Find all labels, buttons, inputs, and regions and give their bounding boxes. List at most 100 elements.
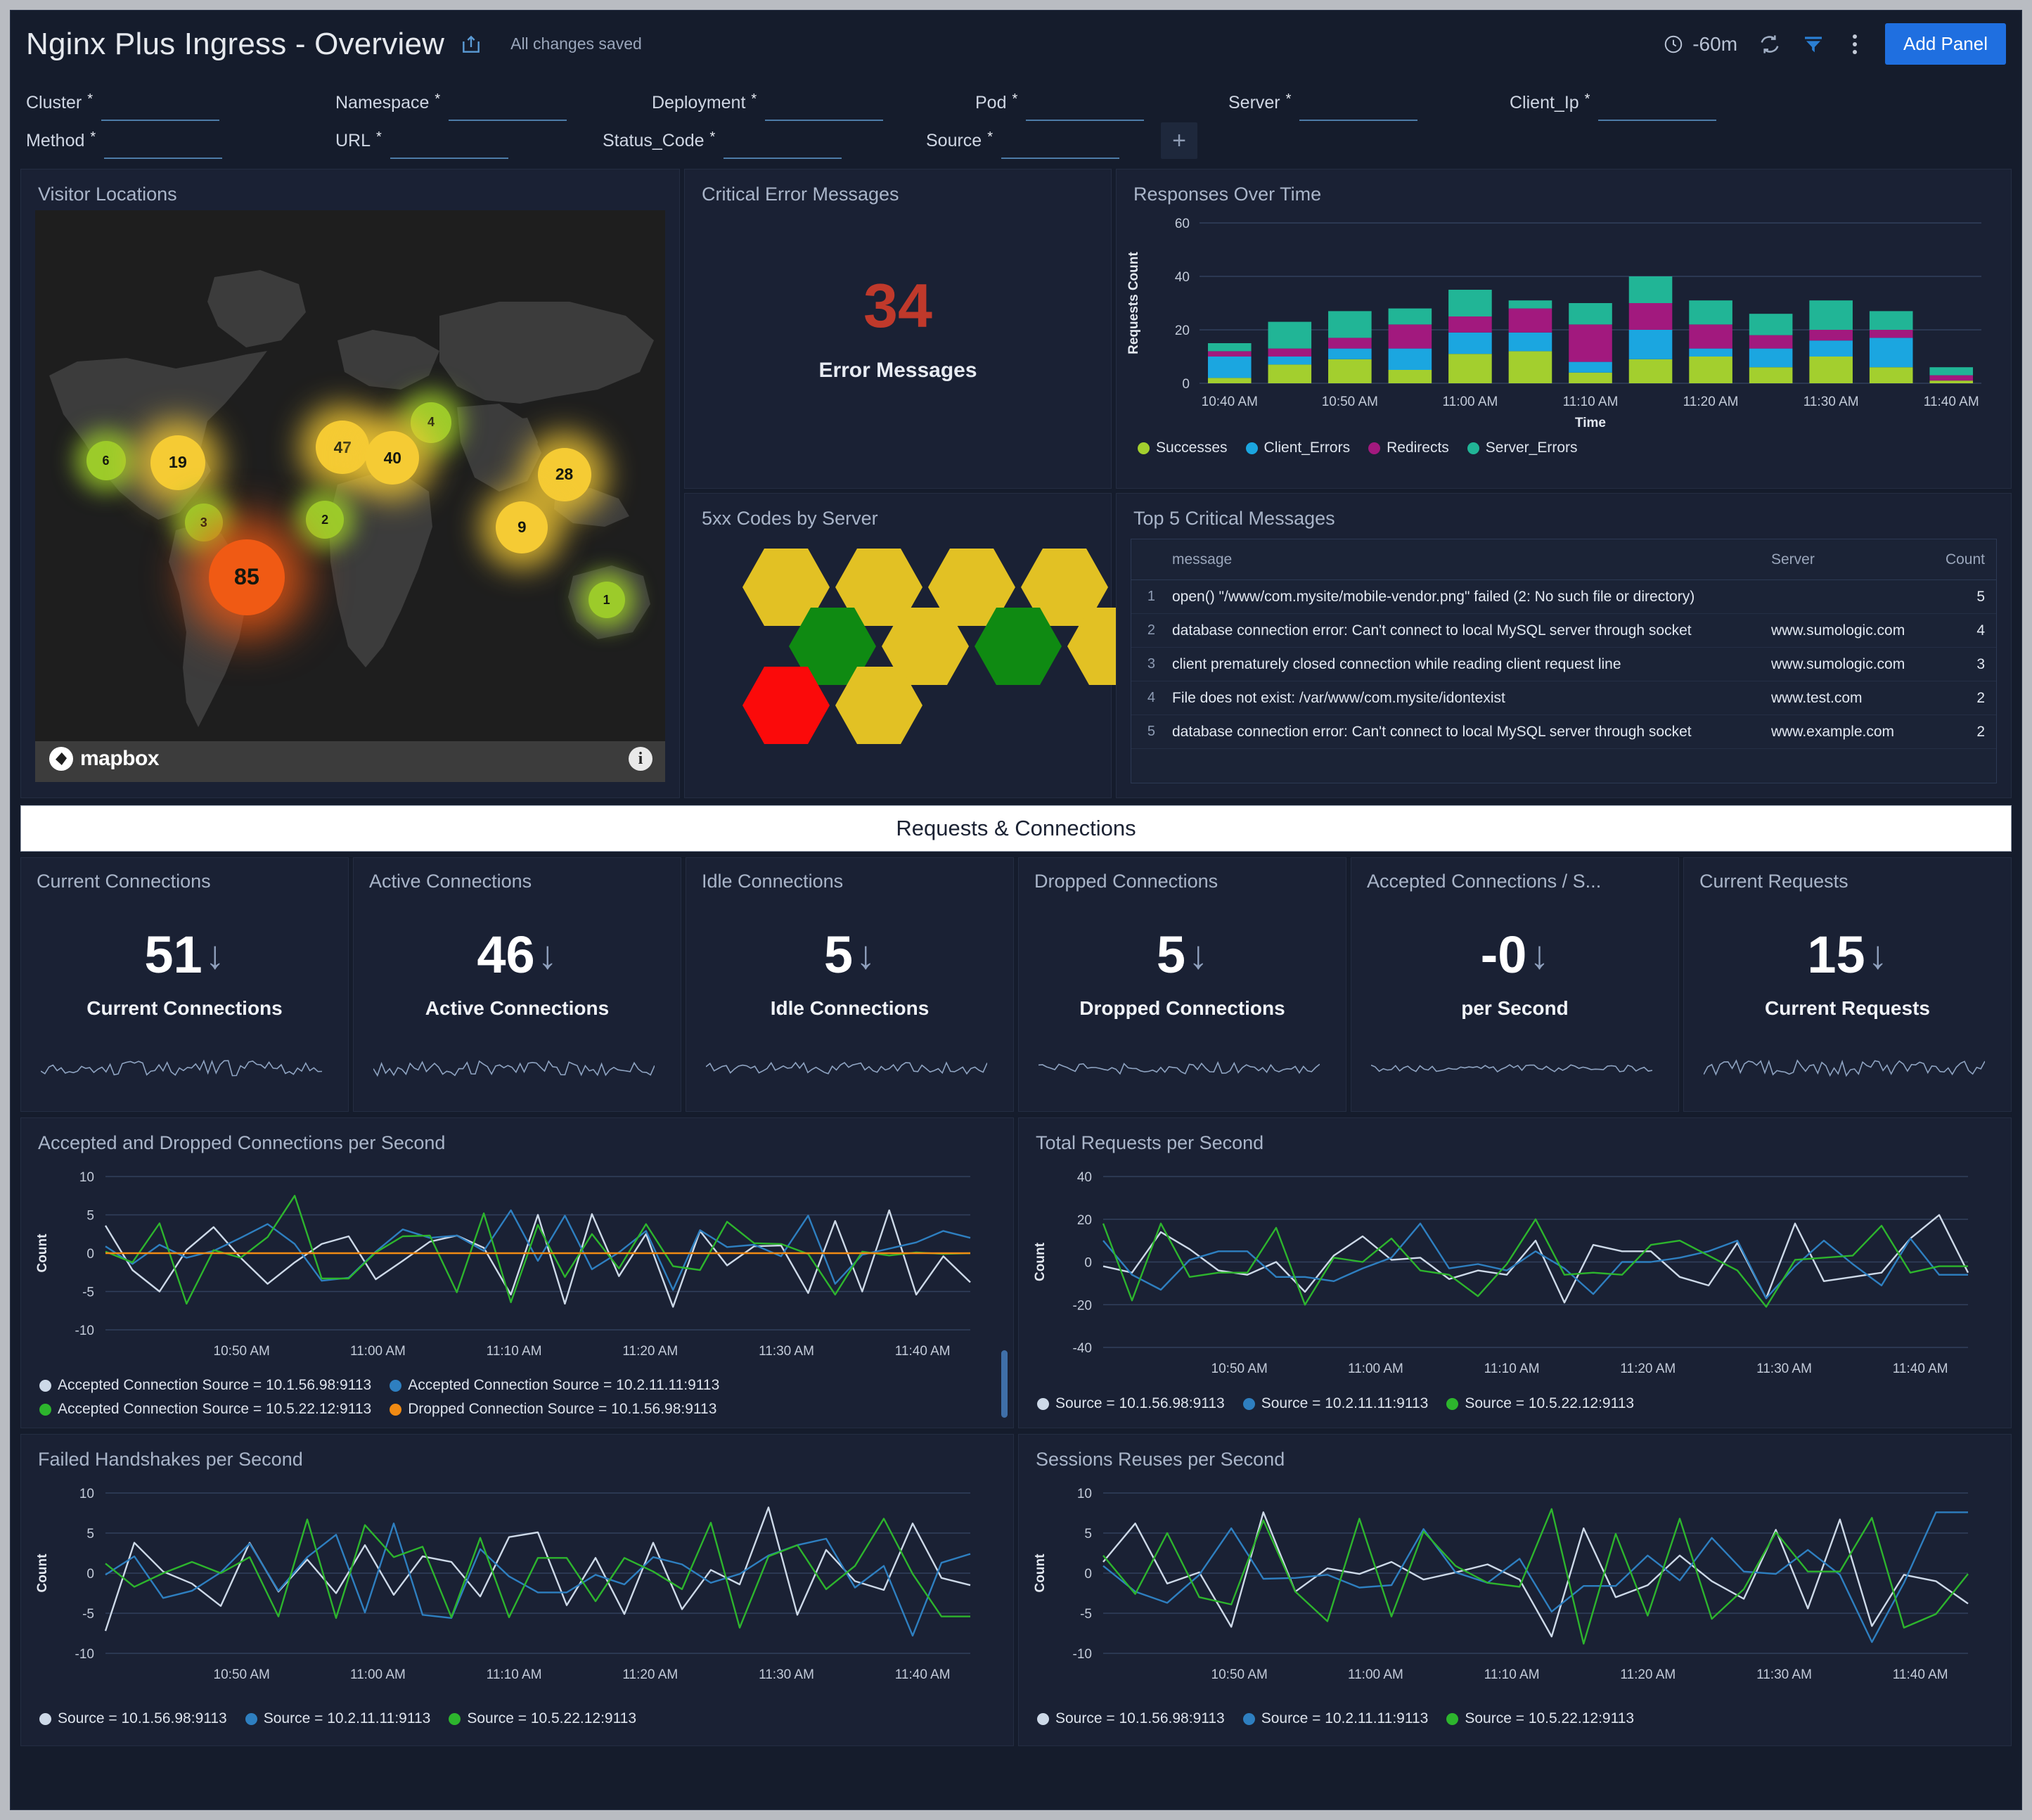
legend-item[interactable]: Source = 10.5.22.12:9113 (1446, 1395, 1634, 1412)
table-row[interactable]: 4File does not exist: /var/www/com.mysit… (1131, 681, 1996, 715)
variable-namespace[interactable]: Namespace * (335, 90, 652, 121)
variable-input[interactable] (1001, 128, 1119, 159)
responses-chart-area[interactable]: 020406010:40 AM10:50 AM11:00 AM11:10 AM1… (1117, 210, 2011, 488)
legend-item[interactable]: Dropped Connection Source = 10.1.56.98:9… (390, 1401, 716, 1418)
map-marker[interactable]: 1 (589, 582, 625, 618)
legend-item[interactable]: Source = 10.2.11.11:9113 (245, 1710, 431, 1727)
col-header-count[interactable]: Count (1933, 551, 1996, 568)
variable-input[interactable] (1299, 90, 1417, 121)
sparkline (373, 1049, 655, 1087)
map-marker[interactable]: 19 (150, 435, 205, 490)
map-marker[interactable]: 40 (366, 431, 419, 485)
svg-text:11:10 AM: 11:10 AM (1484, 1667, 1540, 1682)
variable-server[interactable]: Server * (1228, 90, 1510, 121)
map-marker[interactable]: 4 (411, 402, 451, 443)
map-marker[interactable]: 28 (538, 448, 591, 501)
variable-url[interactable]: URL * (335, 128, 603, 159)
map-canvas[interactable]: 6 19 4 47 40 28 3 2 9 85 1 mapbox i (35, 210, 665, 782)
col-header-message[interactable]: message (1165, 551, 1771, 568)
variable-input[interactable] (1026, 90, 1144, 121)
variable-input[interactable] (1598, 90, 1716, 121)
dashboard-root: Nginx Plus Ingress - Overview All change… (10, 10, 2022, 1810)
kpi-title: Active Connections (354, 858, 681, 892)
sparkline (41, 1049, 322, 1087)
map-marker[interactable]: 85 (209, 539, 285, 615)
map-marker[interactable]: 3 (185, 504, 223, 541)
variable-status-code[interactable]: Status_Code * (603, 128, 926, 159)
time-range-picker[interactable]: -60m (1663, 33, 1737, 56)
legend-item[interactable]: Server_Errors (1467, 440, 1578, 456)
variable-row-2: Method * URL * Status_Code * Source * + (26, 121, 2006, 159)
map-marker-value: 47 (334, 438, 352, 457)
variable-client-ip[interactable]: Client_Ip * (1510, 90, 1791, 121)
map-marker[interactable]: 6 (86, 441, 126, 480)
sessions-reuses-line-chart[interactable]: -10-5051010:50 AM11:00 AM11:10 AM11:20 A… (1019, 1476, 2003, 1694)
variable-input[interactable] (449, 90, 567, 121)
legend-scrollbar[interactable] (1001, 1350, 1008, 1418)
svg-text:5: 5 (86, 1209, 94, 1224)
sparkline (1704, 1049, 1985, 1087)
legend-label: Dropped Connection Source = 10.1.56.98:9… (408, 1401, 716, 1418)
variable-input[interactable] (390, 128, 508, 159)
refresh-icon[interactable] (1758, 33, 1781, 56)
table-row[interactable]: 5database connection error: Can't connec… (1131, 715, 1996, 749)
legend-item[interactable]: Source = 10.1.56.98:9113 (1037, 1395, 1225, 1412)
legend-item[interactable]: Accepted Connection Source = 10.5.22.12:… (39, 1401, 371, 1418)
svg-text:10:50 AM: 10:50 AM (1322, 395, 1378, 409)
add-variable-button[interactable]: + (1161, 122, 1197, 159)
cell-count: 2 (1933, 724, 1996, 741)
variable-cluster[interactable]: Cluster * (26, 90, 335, 121)
legend-color-swatch (1243, 1713, 1255, 1725)
funnel-filter-icon[interactable] (1802, 33, 1825, 56)
critical-messages-table[interactable]: message Server Count 1open() "/www/com.m… (1131, 539, 1997, 783)
legend-item[interactable]: Source = 10.2.11.11:9113 (1243, 1395, 1429, 1412)
mapbox-attribution[interactable]: mapbox (49, 747, 159, 771)
map-info-icon[interactable]: i (629, 747, 652, 771)
map-marker[interactable]: 2 (306, 501, 344, 539)
legend-item[interactable]: Source = 10.2.11.11:9113 (1243, 1710, 1429, 1727)
sparkline (1371, 1049, 1652, 1087)
legend-item[interactable]: Source = 10.5.22.12:9113 (449, 1710, 636, 1727)
legend-item[interactable]: Client_Errors (1246, 440, 1351, 456)
variable-deployment[interactable]: Deployment * (652, 90, 975, 121)
variable-pod[interactable]: Pod * (975, 90, 1228, 121)
total-requests-line-chart[interactable]: -40-200204010:50 AM11:00 AM11:10 AM11:20… (1019, 1160, 2003, 1388)
legend-item[interactable]: Source = 10.5.22.12:9113 (1446, 1710, 1634, 1727)
legend-color-swatch (390, 1380, 401, 1392)
kpi-value: -0 (1481, 925, 1527, 985)
svg-text:11:30 AM: 11:30 AM (759, 1667, 814, 1682)
responses-bar-chart: 020406010:40 AM10:50 AM11:00 AM11:10 AM1… (1117, 210, 2010, 435)
variable-source[interactable]: Source * (926, 128, 1158, 159)
kebab-more-icon[interactable] (1846, 32, 1864, 57)
kpi-caption: Current Connections (21, 997, 348, 1020)
legend-item[interactable]: Successes (1138, 440, 1228, 456)
add-panel-button[interactable]: Add Panel (1885, 23, 2006, 65)
failed-handshakes-line-chart[interactable]: -10-5051010:50 AM11:00 AM11:10 AM11:20 A… (21, 1476, 1005, 1694)
legend-item[interactable]: Redirects (1368, 440, 1449, 456)
variable-input[interactable] (104, 128, 222, 159)
variable-method[interactable]: Method * (26, 128, 335, 159)
svg-text:11:30 AM: 11:30 AM (1803, 395, 1859, 409)
legend-label: Source = 10.1.56.98:9113 (1055, 1710, 1225, 1727)
svg-text:11:10 AM: 11:10 AM (1563, 395, 1619, 409)
col-header-server[interactable]: Server (1771, 551, 1933, 568)
variable-input[interactable] (101, 90, 219, 121)
legend-item[interactable]: Source = 10.1.56.98:9113 (39, 1710, 227, 1727)
variable-input[interactable] (724, 128, 842, 159)
map-marker[interactable]: 9 (496, 501, 548, 553)
panel-title: Sessions Reuses per Second (1019, 1435, 2011, 1470)
svg-text:-40: -40 (1073, 1341, 1092, 1356)
share-export-icon[interactable] (460, 33, 482, 56)
table-row[interactable]: 3client prematurely closed connection wh… (1131, 648, 1996, 681)
variable-input[interactable] (765, 90, 883, 121)
table-row[interactable]: 2database connection error: Can't connec… (1131, 614, 1996, 648)
kpi-tile: Current Requests15↓Current Requests (1683, 857, 2012, 1112)
legend-item[interactable]: Source = 10.1.56.98:9113 (1037, 1710, 1225, 1727)
legend-item[interactable]: Accepted Connection Source = 10.2.11.11:… (390, 1377, 719, 1394)
accepted-dropped-line-chart[interactable]: -10-5051010:50 AM11:00 AM11:10 AM11:20 A… (21, 1160, 1005, 1371)
required-marker: * (87, 90, 93, 108)
legend-label: Source = 10.5.22.12:9113 (1465, 1710, 1634, 1727)
legend-item[interactable]: Accepted Connection Source = 10.1.56.98:… (39, 1377, 371, 1394)
variable-label: Source (926, 128, 982, 151)
table-row[interactable]: 1open() "/www/com.mysite/mobile-vendor.p… (1131, 580, 1996, 614)
